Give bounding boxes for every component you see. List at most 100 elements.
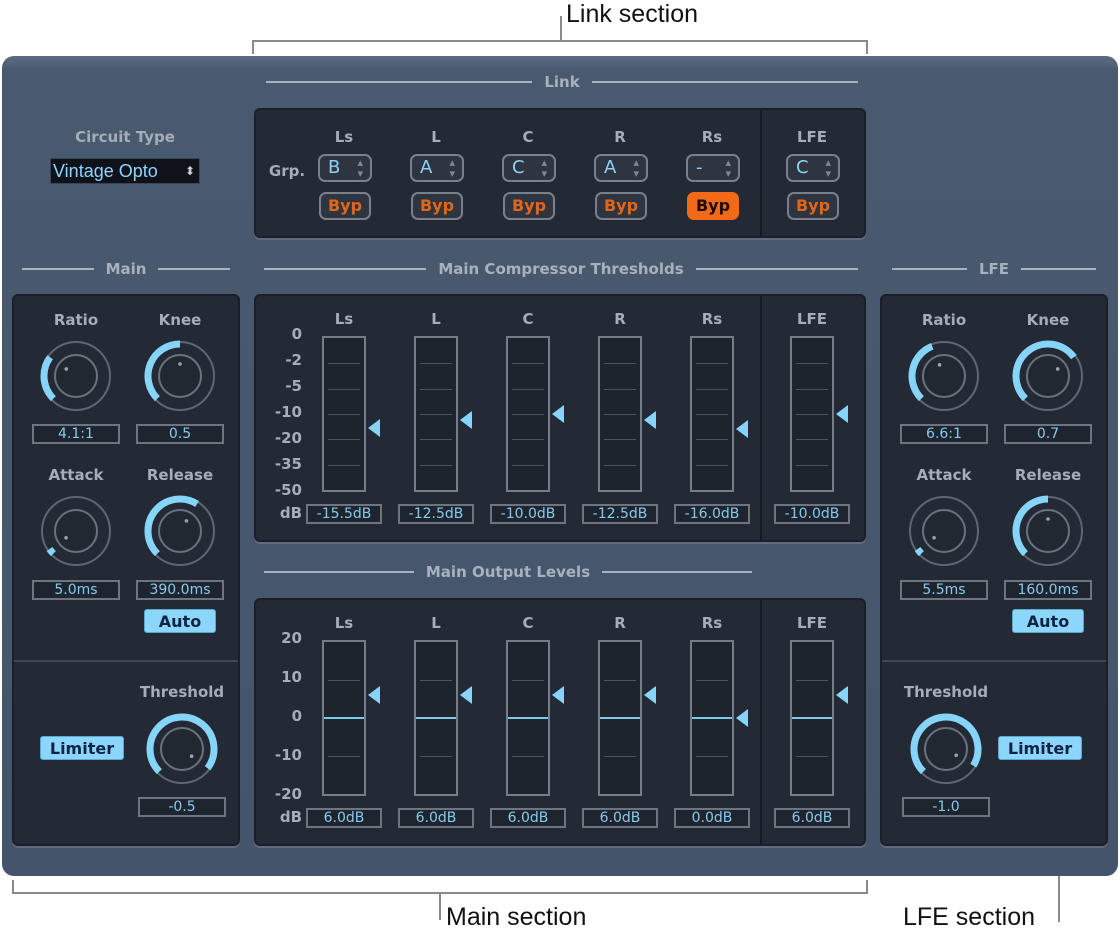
thresholds-slider-handle[interactable] bbox=[836, 405, 848, 423]
main-knee-knob[interactable] bbox=[140, 336, 220, 416]
bypass-button[interactable]: Byp bbox=[595, 192, 647, 220]
thresholds-slider-handle[interactable] bbox=[644, 411, 656, 430]
meter-gridline bbox=[604, 756, 636, 757]
output-slider-handle[interactable] bbox=[368, 686, 380, 705]
knob-value-arc bbox=[914, 546, 924, 557]
main-section-callout: Main section bbox=[446, 903, 587, 931]
zero-line bbox=[416, 717, 456, 719]
thresholds-meter bbox=[414, 336, 458, 492]
output-value[interactable]: 6.0dB bbox=[490, 808, 566, 828]
meter-gridline bbox=[604, 388, 636, 390]
circuit-type-select[interactable]: Vintage Opto ⬍ bbox=[50, 158, 200, 184]
thresholds-value[interactable]: -12.5dB bbox=[398, 504, 474, 524]
output-channel-label: L bbox=[431, 614, 441, 632]
lfe-threshold-value[interactable]: -1.0 bbox=[902, 797, 990, 817]
output-value[interactable]: 6.0dB bbox=[774, 808, 850, 828]
thresholds-value[interactable]: -15.5dB bbox=[306, 504, 382, 524]
main-ratio-value[interactable]: 4.1:1 bbox=[32, 424, 120, 444]
main-panel-divider bbox=[14, 660, 238, 662]
output-value[interactable]: 0.0dB bbox=[674, 808, 750, 828]
output-value[interactable]: 6.0dB bbox=[306, 808, 382, 828]
lfe-knee-value[interactable]: 0.7 bbox=[1004, 424, 1092, 444]
output-value[interactable]: 6.0dB bbox=[398, 808, 474, 828]
lfe-threshold-knob[interactable] bbox=[906, 709, 986, 789]
main-release-knob[interactable] bbox=[140, 491, 220, 571]
meter-gridline bbox=[604, 363, 636, 365]
meter-gridline bbox=[696, 756, 728, 757]
main-attack-value[interactable]: 5.0ms bbox=[32, 580, 120, 600]
bypass-button[interactable]: Byp bbox=[687, 192, 739, 220]
up-down-arrows-icon: ▴ ▾ bbox=[449, 156, 455, 180]
lfe-auto-button[interactable]: Auto bbox=[1012, 609, 1084, 633]
main-release-value[interactable]: 390.0ms bbox=[136, 580, 224, 600]
output-slider-handle[interactable] bbox=[552, 686, 564, 705]
knob-indicator-dot bbox=[64, 367, 69, 371]
group-select[interactable]: C ▴ ▾ bbox=[786, 154, 840, 182]
output-channel-label: Rs bbox=[701, 614, 723, 632]
thresholds-value[interactable]: -10.0dB bbox=[774, 504, 850, 524]
lfe-release-knob[interactable] bbox=[1008, 491, 1088, 571]
main-callout-bracket-l bbox=[12, 880, 14, 894]
meter-gridline bbox=[328, 439, 360, 441]
meter-gridline bbox=[796, 439, 828, 441]
meter-gridline bbox=[420, 414, 452, 415]
thresholds-value[interactable]: -10.0dB bbox=[490, 504, 566, 524]
link-channel-label: LFE bbox=[796, 128, 828, 146]
zero-line bbox=[324, 717, 364, 719]
thresholds-slider-handle[interactable] bbox=[460, 411, 472, 430]
thresholds-scale-label: -50 bbox=[274, 481, 302, 499]
output-scale-label: 0 bbox=[291, 707, 302, 725]
thresholds-slider-handle[interactable] bbox=[552, 405, 564, 423]
thresholds-slider-handle[interactable] bbox=[736, 420, 748, 439]
meter-gridline bbox=[420, 388, 452, 390]
knob-indicator-dot bbox=[954, 753, 959, 758]
knob-indicator-dot bbox=[1055, 367, 1060, 371]
main-knee-label: Knee bbox=[158, 311, 202, 329]
bypass-button[interactable]: Byp bbox=[411, 192, 463, 220]
output-slider-handle[interactable] bbox=[836, 686, 848, 705]
bypass-button[interactable]: Byp bbox=[503, 192, 555, 220]
output-slider-handle[interactable] bbox=[460, 686, 472, 705]
bypass-button[interactable]: Byp bbox=[319, 192, 371, 220]
meter-gridline bbox=[328, 414, 360, 415]
thresholds-value[interactable]: -12.5dB bbox=[582, 504, 658, 524]
thresholds-scale-label: 0 bbox=[291, 325, 302, 343]
meter-gridline bbox=[796, 388, 828, 390]
output-slider-handle[interactable] bbox=[644, 686, 656, 705]
main-knee-value[interactable]: 0.5 bbox=[136, 424, 224, 444]
lfe-threshold-label: Threshold bbox=[903, 683, 989, 701]
meter-gridline bbox=[796, 464, 828, 466]
main-ratio-knob[interactable] bbox=[36, 336, 116, 416]
output-value[interactable]: 6.0dB bbox=[582, 808, 658, 828]
thresholds-slider-handle[interactable] bbox=[368, 418, 380, 437]
group-select[interactable]: - ▴ ▾ bbox=[686, 154, 740, 182]
up-down-arrows-icon: ▴ ▾ bbox=[357, 156, 363, 180]
link-channel-label: C bbox=[522, 128, 534, 146]
meter-gridline bbox=[420, 363, 452, 365]
group-select[interactable]: A ▴ ▾ bbox=[594, 154, 648, 182]
group-value: C bbox=[512, 157, 525, 178]
lfe-attack-value[interactable]: 5.5ms bbox=[900, 580, 988, 600]
group-select[interactable]: C ▴ ▾ bbox=[502, 154, 556, 182]
meter-gridline bbox=[328, 464, 360, 466]
group-select[interactable]: B ▴ ▾ bbox=[318, 154, 372, 182]
main-limiter-button[interactable]: Limiter bbox=[40, 736, 124, 760]
lfe-attack-knob[interactable] bbox=[904, 491, 984, 571]
lfe-knee-knob[interactable] bbox=[1008, 336, 1088, 416]
main-attack-knob[interactable] bbox=[36, 491, 116, 571]
lfe-ratio-knob[interactable] bbox=[904, 336, 984, 416]
thresholds-value[interactable]: -16.0dB bbox=[674, 504, 750, 524]
output-slider-handle[interactable] bbox=[736, 709, 748, 727]
main-threshold-value[interactable]: -0.5 bbox=[138, 797, 226, 817]
bypass-button[interactable]: Byp bbox=[787, 192, 839, 220]
group-select[interactable]: A ▴ ▾ bbox=[410, 154, 464, 182]
lfe-release-value[interactable]: 160.0ms bbox=[1004, 580, 1092, 600]
main-threshold-knob[interactable] bbox=[142, 709, 222, 789]
knob-indicator-dot bbox=[178, 362, 182, 366]
main-auto-button[interactable]: Auto bbox=[144, 609, 216, 633]
lfe-ratio-value[interactable]: 6.6:1 bbox=[900, 424, 988, 444]
lfe-limiter-button[interactable]: Limiter bbox=[998, 736, 1082, 760]
lfe-release-label: Release bbox=[1014, 466, 1082, 484]
output-lfe-divider bbox=[760, 600, 762, 844]
knob-indicator-dot bbox=[1046, 517, 1050, 521]
